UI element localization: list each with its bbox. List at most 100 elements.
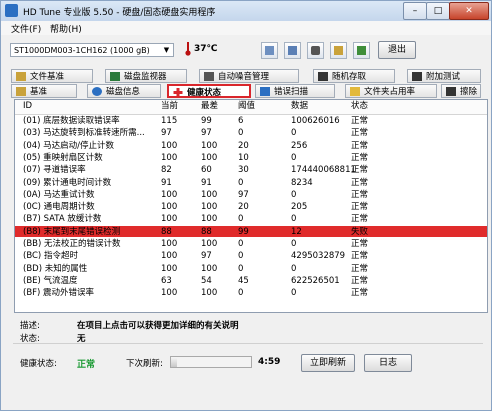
cell-threshold: 97 bbox=[238, 189, 249, 200]
menu-file[interactable]: 文件(F) bbox=[11, 22, 41, 35]
refresh-now-button[interactable]: 立即刷新 bbox=[301, 354, 355, 372]
header-data[interactable]: 数据 bbox=[291, 100, 308, 112]
download-button[interactable] bbox=[353, 42, 370, 59]
cell-worst: 97 bbox=[201, 251, 212, 262]
drive-select[interactable]: ST1000DM003-1CH162 (1000 gB) ▼ bbox=[10, 43, 174, 57]
drive-select-value: ST1000DM003-1CH162 (1000 gB) bbox=[14, 46, 150, 55]
cell-threshold: 20 bbox=[238, 140, 249, 151]
screenshot-button[interactable] bbox=[307, 42, 324, 59]
log-button[interactable]: 日志 bbox=[364, 354, 412, 372]
window-title: HD Tune 专业版 5.50 - 硬盘/固态硬盘实用程序 bbox=[23, 8, 216, 18]
cell-data: 0 bbox=[291, 189, 297, 200]
tab-health[interactable]: 健康状态 bbox=[167, 84, 251, 98]
cell-current: 115 bbox=[161, 116, 178, 126]
speaker-icon bbox=[204, 72, 214, 81]
tab-benchmark[interactable]: 基准 bbox=[11, 84, 77, 98]
table-row[interactable]: (BD) 未知的属性 100 100 0 0 正常 bbox=[15, 263, 487, 274]
save-button[interactable] bbox=[284, 42, 301, 59]
table-row[interactable]: (01) 底层数据读取错误率 115 99 6 100626016 正常 bbox=[15, 115, 487, 126]
tab-aam[interactable]: 自动噪音管理 bbox=[199, 69, 299, 83]
cell-current: 91 bbox=[161, 177, 172, 188]
table-row[interactable]: (05) 重映射扇区计数 100 100 10 0 正常 bbox=[15, 152, 487, 163]
table-row[interactable]: (0C) 通电周期计数 100 100 20 205 正常 bbox=[15, 201, 487, 212]
options-icon bbox=[334, 46, 343, 55]
cell-attribute: (0C) 通电周期计数 bbox=[23, 202, 95, 213]
cell-threshold: 0 bbox=[238, 177, 244, 188]
cell-current: 100 bbox=[161, 140, 178, 151]
cell-attribute: (01) 底层数据读取错误率 bbox=[23, 116, 120, 126]
tab-label: 随机存取 bbox=[332, 72, 367, 82]
cell-status: 正常 bbox=[351, 275, 369, 286]
menu-bar: 文件(F) 帮助(H) bbox=[1, 21, 491, 35]
cell-data: 205 bbox=[291, 202, 308, 213]
cell-attribute: (B8) 末尾到末尾错误检测 bbox=[23, 226, 121, 237]
cell-worst: 100 bbox=[201, 263, 218, 274]
options-button[interactable] bbox=[330, 42, 347, 59]
cell-data: 0 bbox=[291, 239, 297, 249]
maximize-button[interactable]: □ bbox=[426, 2, 450, 20]
table-row[interactable]: (B7) SATA 放缓计数 100 100 0 0 正常 bbox=[15, 213, 487, 224]
tab-disk-monitor[interactable]: 磁盘监视器 bbox=[105, 69, 187, 83]
cell-attribute: (05) 重映射扇区计数 bbox=[23, 152, 103, 163]
cell-current: 100 bbox=[161, 202, 178, 213]
menu-help[interactable]: 帮助(H) bbox=[50, 22, 82, 35]
extra-tests-icon bbox=[412, 72, 422, 81]
cell-threshold: 20 bbox=[238, 202, 249, 213]
cell-threshold: 10 bbox=[238, 152, 249, 163]
header-current[interactable]: 当前 bbox=[161, 100, 178, 112]
title-bar: HD Tune 专业版 5.50 - 硬盘/固态硬盘实用程序 – □ ✕ bbox=[1, 1, 491, 21]
thermometer-icon bbox=[185, 42, 191, 56]
cell-status: 正常 bbox=[351, 214, 369, 225]
health-cross-icon bbox=[173, 88, 183, 97]
cell-status: 正常 bbox=[351, 263, 369, 274]
cell-status: 正常 bbox=[351, 189, 369, 200]
refresh-progress-fill bbox=[171, 357, 178, 367]
refresh-progress-bar bbox=[170, 356, 252, 368]
random-access-icon bbox=[318, 72, 328, 81]
table-row[interactable]: (04) 马达启动/停止计数 100 100 20 256 正常 bbox=[15, 140, 487, 151]
cell-status: 正常 bbox=[351, 152, 369, 163]
description-text: 在项目上点击可以获得更加详细的有关说明 bbox=[77, 321, 239, 331]
tab-random-access[interactable]: 随机存取 bbox=[313, 69, 395, 83]
cell-status: 正常 bbox=[351, 165, 369, 176]
cell-data: 0 bbox=[291, 214, 297, 225]
info-icon bbox=[92, 87, 102, 96]
cell-attribute: (0A) 马达重试计数 bbox=[23, 189, 95, 200]
tab-label: 健康状态 bbox=[187, 88, 222, 98]
table-row[interactable]: (BC) 指令超时 100 97 0 4295032879 正常 bbox=[15, 250, 487, 261]
tab-file-benchmark[interactable]: 文件基准 bbox=[11, 69, 93, 83]
copy-button[interactable] bbox=[261, 42, 278, 59]
smart-table: ID 当前 最差 阈值 数据 状态 (01) 底层数据读取错误率 115 99 6 10… bbox=[14, 99, 488, 313]
cell-data: 256 bbox=[291, 140, 308, 151]
header-worst[interactable]: 最差 bbox=[201, 100, 218, 112]
tab-folder-usage[interactable]: 文件夹占用率 bbox=[345, 84, 437, 98]
cell-current: 100 bbox=[161, 239, 178, 249]
table-row[interactable]: (BF) 震动外错误率 100 100 0 0 正常 bbox=[15, 287, 487, 298]
minimize-button[interactable]: – bbox=[403, 2, 427, 20]
cell-threshold: 0 bbox=[238, 239, 244, 249]
exit-button[interactable]: 退出 bbox=[378, 41, 416, 59]
close-button[interactable]: ✕ bbox=[449, 2, 489, 20]
table-row[interactable]: (0A) 马达重试计数 100 100 97 0 正常 bbox=[15, 189, 487, 200]
health-status-value: 正常 bbox=[77, 360, 96, 370]
header-id[interactable]: ID bbox=[23, 100, 32, 112]
table-row[interactable]: (BE) 气流温度 63 54 45 622526501 正常 bbox=[15, 275, 487, 286]
header-status[interactable]: 状态 bbox=[351, 100, 368, 112]
table-row[interactable]: (BB) 无法校正的错误计数 100 100 0 0 正常 bbox=[15, 238, 487, 249]
tab-extra-tests[interactable]: 附加测试 bbox=[407, 69, 481, 83]
toolbar: ST1000DM003-1CH162 (1000 gB) ▼ 37℃ 退出 bbox=[1, 35, 491, 65]
table-row[interactable]: (09) 累计通电时间计数 91 91 0 8234 正常 bbox=[15, 177, 487, 188]
table-row-failed[interactable]: (B8) 末尾到末尾错误检测 88 88 99 12 失败 bbox=[15, 225, 487, 237]
tab-error-scan[interactable]: 错误扫描 bbox=[255, 84, 335, 98]
cell-data: 174440068811 bbox=[291, 165, 356, 176]
table-header: ID 当前 最差 阈值 数据 状态 bbox=[15, 100, 487, 115]
cell-attribute: (04) 马达启动/停止计数 bbox=[23, 140, 115, 151]
tab-erase[interactable]: 擦除 bbox=[441, 84, 481, 98]
header-threshold[interactable]: 阈值 bbox=[238, 100, 255, 112]
red-cross-icon bbox=[173, 88, 183, 97]
cell-data: 0 bbox=[291, 288, 297, 299]
table-row[interactable]: (07) 寻道错误率 82 60 30 174440068811 正常 bbox=[15, 164, 487, 175]
cell-worst: 60 bbox=[201, 165, 212, 176]
table-row[interactable]: (03) 马达旋转到标准转速所需... 97 97 0 0 正常 bbox=[15, 127, 487, 138]
tab-disk-info[interactable]: 磁盘信息 bbox=[87, 84, 161, 98]
